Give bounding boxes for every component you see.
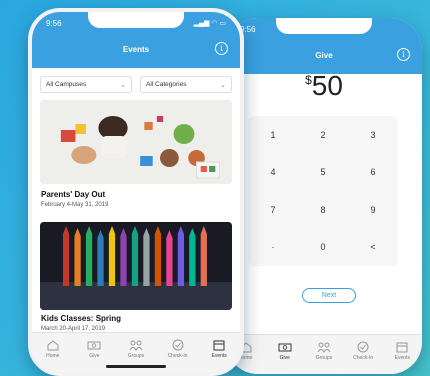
key-6[interactable]: 6	[348, 154, 398, 192]
number-keypad: 1 2 3 4 5 6 7 8 9 · 0 <	[248, 116, 398, 266]
notch	[276, 18, 372, 34]
event-image-kids-classes[interactable]	[40, 222, 232, 310]
campus-select[interactable]: All Campuses ⌄	[40, 76, 132, 93]
home-icon	[47, 340, 59, 351]
key-8[interactable]: 8	[298, 191, 348, 229]
amount-value: 50	[311, 70, 343, 101]
currency-symbol: $	[305, 73, 312, 87]
groups-icon	[317, 342, 331, 353]
events-phone: 9:56 ▂▄▆ ◠ ▭ Events i All Campuses ⌄ All…	[28, 8, 244, 376]
event-title[interactable]: Kids Classes: Spring	[41, 314, 121, 323]
next-button[interactable]: Next	[302, 288, 356, 303]
give-amount: $50	[226, 70, 422, 102]
key-7[interactable]: 7	[248, 191, 298, 229]
tab-check-in[interactable]: Check-In	[348, 341, 378, 361]
tab-label: Check-In	[167, 353, 188, 359]
key-0[interactable]: 0	[298, 229, 348, 267]
tab-events[interactable]: Events	[387, 341, 417, 361]
tab-give[interactable]: Give	[79, 339, 109, 359]
signal-wifi-battery-icon: ▂▄▆ ◠ ▭	[193, 20, 226, 27]
status-time: 9:56	[46, 18, 62, 28]
key-9[interactable]: 9	[348, 191, 398, 229]
tab-label: Groups	[315, 355, 333, 361]
tab-events[interactable]: Events	[204, 339, 234, 359]
category-select-value: All Categories	[146, 81, 187, 88]
campus-select-value: All Campuses	[46, 81, 87, 88]
page-title: Give	[315, 51, 333, 60]
event-date: February 4-May 31, 2019	[41, 202, 109, 208]
chevron-down-icon: ⌄	[220, 81, 226, 89]
tab-label: Events	[211, 353, 227, 359]
notch	[88, 12, 184, 28]
key-decimal[interactable]: ·	[248, 229, 298, 267]
event-title[interactable]: Parents' Day Out	[41, 190, 105, 199]
info-icon[interactable]: i	[397, 48, 410, 61]
key-2[interactable]: 2	[298, 116, 348, 154]
groups-icon	[129, 340, 143, 351]
home-indicator	[106, 365, 166, 368]
tab-bar: Home Give Groups Check-In Events	[226, 334, 422, 374]
check-circle-icon	[172, 339, 184, 351]
tab-label: Give	[89, 353, 100, 359]
tab-groups[interactable]: Groups	[121, 339, 151, 359]
tab-label: Give	[279, 355, 290, 361]
tab-label: Events	[394, 355, 410, 361]
check-circle-icon	[357, 341, 369, 353]
money-icon	[87, 341, 101, 350]
category-select[interactable]: All Categories ⌄	[140, 76, 232, 93]
tab-home[interactable]: Home	[38, 339, 68, 359]
filter-row: All Campuses ⌄ All Categories ⌄	[40, 76, 232, 93]
tab-label: Home	[46, 353, 60, 359]
tab-give[interactable]: Give	[270, 341, 300, 361]
calendar-icon	[213, 340, 225, 351]
give-phone: 9:56 Give i $50 1 2 3 4 5 6 7 8 9 · 0 < …	[226, 18, 422, 374]
key-5[interactable]: 5	[298, 154, 348, 192]
info-icon[interactable]: i	[215, 42, 228, 55]
key-4[interactable]: 4	[248, 154, 298, 192]
calendar-icon	[396, 342, 408, 353]
tab-groups[interactable]: Groups	[309, 341, 339, 361]
chevron-down-icon: ⌄	[120, 81, 126, 89]
event-image-parents-day-out[interactable]	[40, 100, 232, 184]
money-icon	[278, 343, 292, 352]
tab-label: Groups	[127, 353, 145, 359]
key-3[interactable]: 3	[348, 116, 398, 154]
page-title: Events	[122, 45, 150, 54]
tab-label: Check-In	[353, 355, 374, 361]
key-backspace[interactable]: <	[348, 229, 398, 267]
key-1[interactable]: 1	[248, 116, 298, 154]
tab-check-in[interactable]: Check-In	[163, 339, 193, 359]
